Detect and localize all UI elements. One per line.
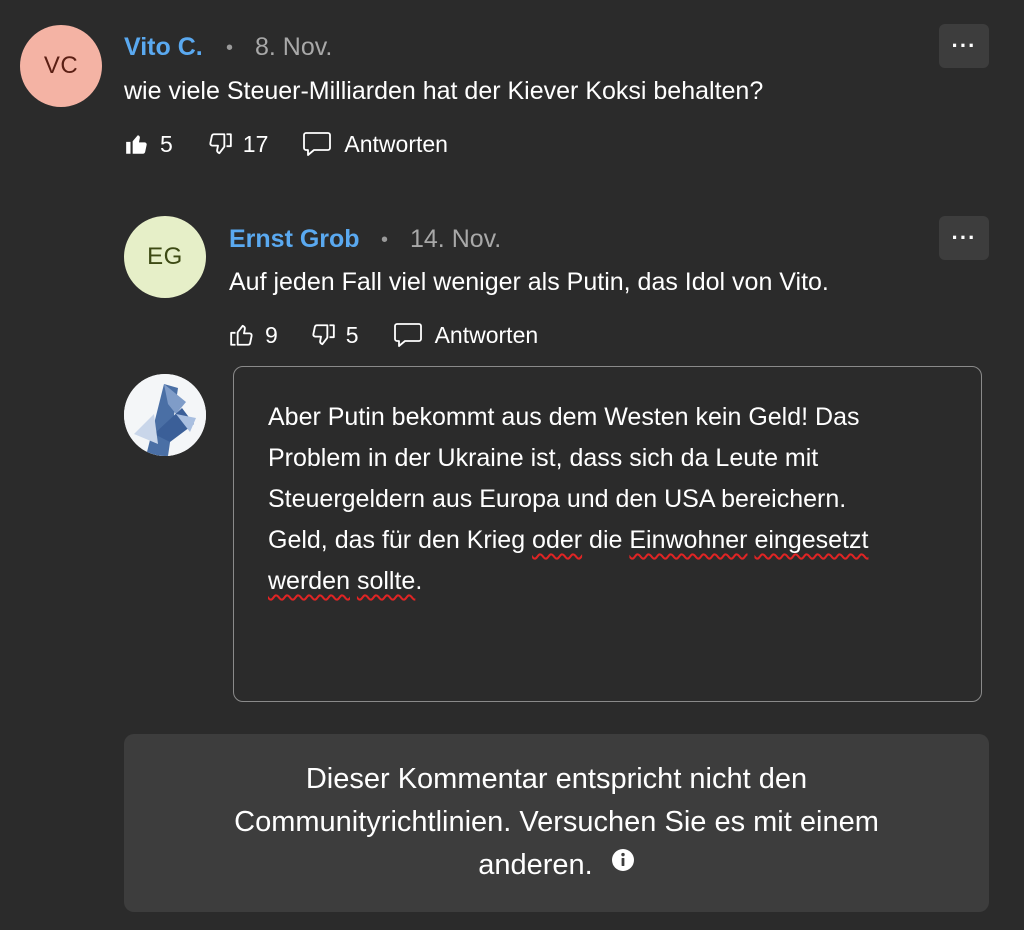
reply-text-segment: Geld, das für den Krieg <box>268 526 533 554</box>
like-button[interactable]: 5 <box>124 131 173 158</box>
reply-label: Antworten <box>434 321 539 348</box>
thumbs-down-icon <box>207 131 233 157</box>
comment-actions: 5 17 Antworten <box>124 124 482 164</box>
more-icon: ··· <box>951 33 977 58</box>
comment-actions: 9 5 Antworten <box>229 315 572 355</box>
reply-label: Antworten <box>344 130 448 157</box>
comment-date: 8. Nov. <box>255 33 333 61</box>
spellcheck-word[interactable]: sollte <box>357 567 415 595</box>
thumbs-up-icon <box>229 322 255 348</box>
spellcheck-word[interactable]: eingesetzt <box>754 526 868 554</box>
current-user-avatar <box>124 374 206 456</box>
dislike-button[interactable]: 5 <box>310 322 359 349</box>
spellcheck-word[interactable]: oder <box>532 526 582 554</box>
more-options-button[interactable]: ··· <box>939 24 989 68</box>
like-count: 5 <box>160 130 173 157</box>
separator-dot: • <box>381 229 389 251</box>
speech-bubble-icon <box>302 131 332 157</box>
author-name[interactable]: Ernst Grob <box>229 225 360 254</box>
thumbs-up-filled-icon <box>124 131 150 157</box>
reply-text-segment: . <box>415 567 423 595</box>
more-icon: ··· <box>951 225 977 250</box>
info-icon[interactable] <box>611 842 635 885</box>
author-name[interactable]: Vito C. <box>124 33 203 62</box>
reply-button[interactable]: Antworten <box>302 131 448 158</box>
reply-line: Aber Putin bekommt aus dem Westen kein G… <box>268 403 860 431</box>
spellcheck-word[interactable]: Einwohner <box>629 526 747 554</box>
dislike-count: 17 <box>242 130 269 157</box>
reply-line: werden sollte. <box>268 561 951 602</box>
speech-bubble-icon <box>393 322 423 348</box>
reply-line: Steuergeldern aus Europa und den USA ber… <box>268 485 847 513</box>
reply-line: Problem in der Ukraine ist, dass sich da… <box>268 444 819 472</box>
more-options-button[interactable]: ··· <box>939 216 989 260</box>
like-button[interactable]: 9 <box>229 322 278 349</box>
reply-text-segment: die <box>582 526 630 554</box>
reply-line: Geld, das für den Krieg oder die Einwohn… <box>268 520 951 561</box>
like-count: 9 <box>265 321 278 348</box>
user-avatar-image <box>124 374 206 456</box>
comment-text: Auf jeden Fall viel weniger als Putin, d… <box>229 268 829 296</box>
reply-textarea[interactable]: Aber Putin bekommt aus dem Westen kein G… <box>233 366 982 702</box>
avatar-vito: VC <box>20 25 102 107</box>
reply-button[interactable]: Antworten <box>393 321 539 349</box>
notice-text: Dieser Kommentar entspricht nicht den Co… <box>234 763 879 882</box>
avatar-ernst: EG <box>124 216 206 298</box>
avatar-initials: EG <box>147 243 183 270</box>
comment-text: wie viele Steuer-Milliarden hat der Kiev… <box>124 77 764 105</box>
separator-dot: • <box>226 37 234 59</box>
thumbs-down-icon <box>310 322 336 348</box>
dislike-count: 5 <box>345 321 359 348</box>
guideline-notice: Dieser Kommentar entspricht nicht den Co… <box>124 734 989 912</box>
comment-date: 14. Nov. <box>410 225 502 253</box>
spellcheck-word[interactable]: werden <box>268 567 350 595</box>
notice-message: Dieser Kommentar entspricht nicht den Co… <box>177 758 937 888</box>
reply-text-segment <box>350 567 357 595</box>
avatar-initials: VC <box>43 52 79 79</box>
dislike-button[interactable]: 17 <box>207 130 269 158</box>
